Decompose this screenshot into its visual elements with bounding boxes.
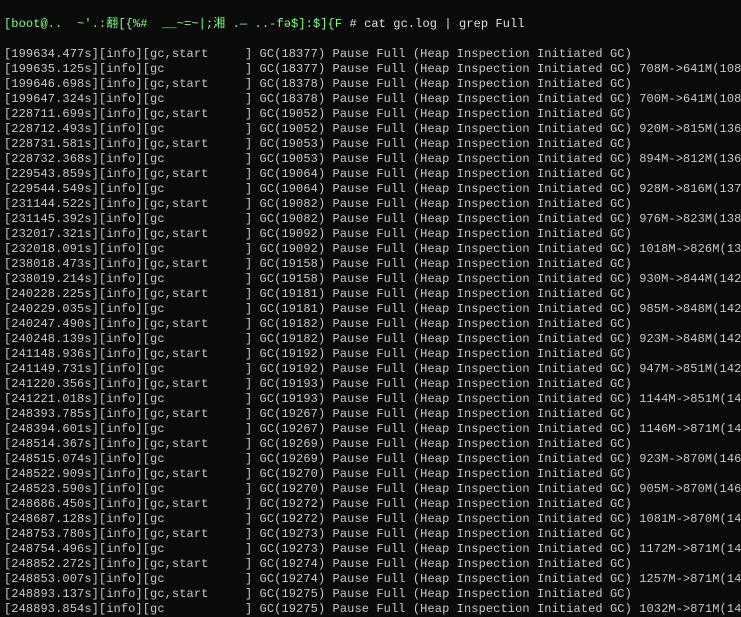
log-line: [231144.522s][info][gc,start ] GC(19082)… (4, 197, 737, 212)
log-line: [241149.731s][info][gc ] GC(19192) Pause… (4, 362, 737, 377)
log-line: [240228.225s][info][gc,start ] GC(19181)… (4, 287, 737, 302)
log-line: [228712.493s][info][gc ] GC(19052) Pause… (4, 122, 737, 137)
log-line: [248394.601s][info][gc ] GC(19267) Pause… (4, 422, 737, 437)
prompt-line: [boot@.. ~'.:翿[{%# __~=~|;湘 .— ..-fə$]:$… (4, 17, 737, 32)
log-line: [232017.321s][info][gc,start ] GC(19092)… (4, 227, 737, 242)
log-line: [232018.091s][info][gc ] GC(19092) Pause… (4, 242, 737, 257)
log-line: [248853.007s][info][gc ] GC(19274) Pause… (4, 572, 737, 587)
log-line: [229544.549s][info][gc ] GC(19064) Pause… (4, 182, 737, 197)
log-line: [248523.590s][info][gc ] GC(19270) Pause… (4, 482, 737, 497)
log-line: [248893.137s][info][gc,start ] GC(19275)… (4, 587, 737, 602)
log-line: [248754.496s][info][gc ] GC(19273) Pause… (4, 542, 737, 557)
log-line: [238019.214s][info][gc ] GC(19158) Pause… (4, 272, 737, 287)
log-line: [248522.909s][info][gc,start ] GC(19270)… (4, 467, 737, 482)
prompt-garbled: [boot@.. ~'.:翿[{%# __~=~|;湘 .— ..-fə$]:$… (4, 17, 342, 31)
log-line: [248686.450s][info][gc,start ] GC(19272)… (4, 497, 737, 512)
log-line: [248852.272s][info][gc,start ] GC(19274)… (4, 557, 737, 572)
log-line: [240248.139s][info][gc ] GC(19182) Pause… (4, 332, 737, 347)
log-line: [199634.477s][info][gc,start ] GC(18377)… (4, 47, 737, 62)
log-line: [228731.581s][info][gc,start ] GC(19053)… (4, 137, 737, 152)
log-line: [248893.854s][info][gc ] GC(19275) Pause… (4, 602, 737, 617)
log-line: [229543.859s][info][gc,start ] GC(19064)… (4, 167, 737, 182)
log-line: [248393.785s][info][gc,start ] GC(19267)… (4, 407, 737, 422)
log-line: [228711.699s][info][gc,start ] GC(19052)… (4, 107, 737, 122)
log-line: [231145.392s][info][gc ] GC(19082) Pause… (4, 212, 737, 227)
log-line: [248514.367s][info][gc,start ] GC(19269)… (4, 437, 737, 452)
log-line: [240247.490s][info][gc,start ] GC(19182)… (4, 317, 737, 332)
log-line: [248687.128s][info][gc ] GC(19272) Pause… (4, 512, 737, 527)
log-line: [199647.324s][info][gc ] GC(18378) Pause… (4, 92, 737, 107)
log-line: [199646.698s][info][gc,start ] GC(18378)… (4, 77, 737, 92)
log-line: [240229.035s][info][gc ] GC(19181) Pause… (4, 302, 737, 317)
prompt-command: # cat gc.log | grep Full (349, 17, 524, 31)
log-rows: [199634.477s][info][gc,start ] GC(18377)… (4, 47, 737, 617)
terminal-output[interactable]: [boot@.. ~'.:翿[{%# __~=~|;湘 .— ..-fə$]:$… (0, 0, 741, 617)
log-line: [248753.780s][info][gc,start ] GC(19273)… (4, 527, 737, 542)
log-line: [199635.125s][info][gc ] GC(18377) Pause… (4, 62, 737, 77)
log-line: [241148.936s][info][gc,start ] GC(19192)… (4, 347, 737, 362)
log-line: [228732.368s][info][gc ] GC(19053) Pause… (4, 152, 737, 167)
log-line: [238018.473s][info][gc,start ] GC(19158)… (4, 257, 737, 272)
log-line: [241220.356s][info][gc,start ] GC(19193)… (4, 377, 737, 392)
log-line: [241221.018s][info][gc ] GC(19193) Pause… (4, 392, 737, 407)
log-line: [248515.074s][info][gc ] GC(19269) Pause… (4, 452, 737, 467)
